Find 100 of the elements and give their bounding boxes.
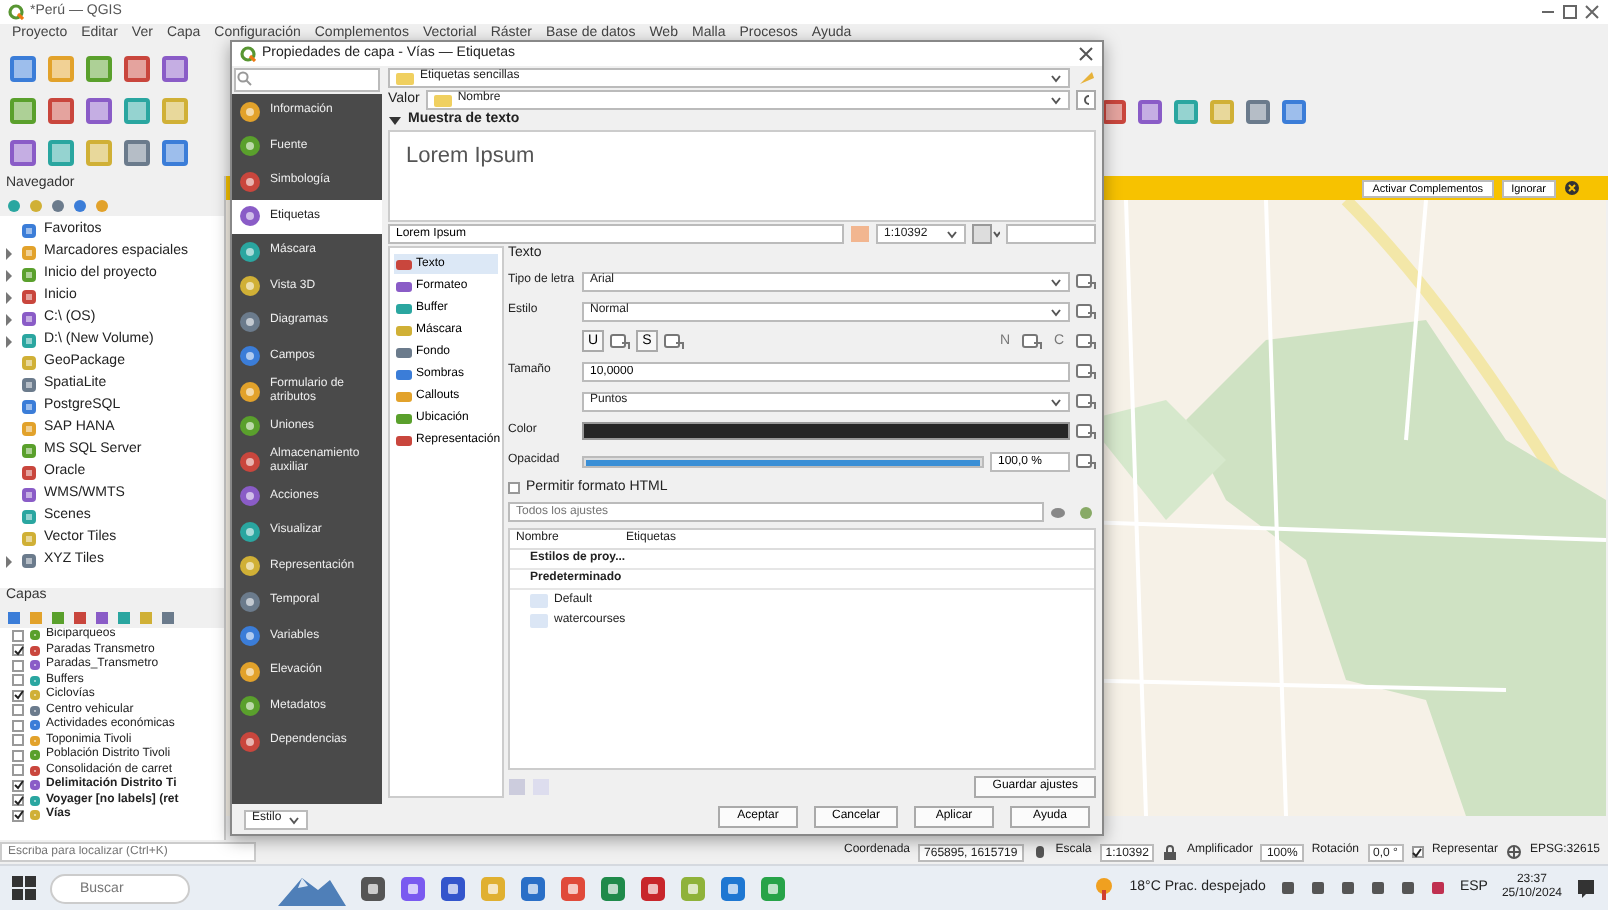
category-icon (238, 309, 262, 334)
layer-icon[interactable] (160, 138, 190, 168)
maximize-icon[interactable] (1562, 4, 1578, 20)
checkbox[interactable] (12, 719, 24, 732)
layer-icon[interactable] (84, 54, 114, 84)
caret-icon (1050, 395, 1062, 408)
category-icon (238, 414, 262, 439)
app-icon[interactable] (440, 875, 466, 901)
checkbox[interactable] (12, 674, 24, 687)
category-icon (238, 659, 262, 684)
search-field[interactable] (234, 68, 380, 92)
category-icon (238, 519, 262, 544)
layer-icon[interactable] (8, 138, 38, 168)
close-icon[interactable] (1078, 46, 1094, 62)
checkbox[interactable] (12, 779, 24, 792)
layer-icon[interactable] (1100, 97, 1128, 125)
data-defined-icon[interactable] (1076, 452, 1096, 471)
app-icon[interactable] (720, 875, 746, 901)
category-icon (238, 379, 262, 404)
checkbox[interactable] (508, 481, 520, 494)
layer-icon[interactable] (122, 138, 152, 168)
app-icon[interactable] (760, 875, 786, 901)
data-defined-icon[interactable] (1022, 332, 1042, 351)
category-icon (238, 694, 262, 719)
collapse-arrow-icon[interactable] (388, 113, 402, 128)
close-icon[interactable] (1564, 180, 1580, 196)
checkbox[interactable] (12, 794, 24, 807)
checkbox[interactable] (12, 659, 24, 672)
category-icon (238, 729, 262, 754)
layer-icon[interactable] (1172, 97, 1200, 125)
data-defined-icon[interactable] (1076, 392, 1096, 411)
expand-arrow-icon[interactable] (6, 247, 14, 259)
color-dropdown[interactable] (1006, 224, 1096, 245)
category-icon (238, 554, 262, 579)
layer-icon[interactable] (84, 96, 114, 126)
checkbox[interactable] (12, 809, 24, 822)
layer-icon[interactable] (122, 96, 152, 126)
checkbox[interactable] (12, 689, 24, 702)
data-defined-icon[interactable] (1076, 362, 1096, 381)
category-icon (238, 274, 262, 299)
category-icon (238, 99, 262, 124)
windows-logo-icon[interactable] (12, 876, 36, 900)
layer-icon[interactable] (8, 54, 38, 84)
category-icon (238, 134, 262, 159)
notification-icon[interactable] (1576, 878, 1596, 898)
data-defined-icon[interactable] (1076, 302, 1096, 321)
caret-icon (1050, 305, 1062, 318)
data-defined-icon[interactable] (610, 332, 630, 351)
app-icon[interactable] (360, 875, 386, 901)
layer-icon[interactable] (8, 96, 38, 126)
data-defined-icon[interactable] (1076, 332, 1096, 351)
app-icon[interactable] (560, 875, 586, 901)
opacity-slider[interactable] (582, 455, 984, 468)
text-preview: Lorem Ipsum (388, 130, 1096, 223)
layer-icon[interactable] (1280, 97, 1308, 125)
category-icon (238, 484, 262, 509)
expand-arrow-icon[interactable] (6, 269, 14, 281)
category-icon (238, 239, 262, 264)
category-icon (238, 169, 262, 194)
layer-icon[interactable] (1244, 97, 1272, 125)
checkbox[interactable] (12, 749, 24, 762)
layer-icon[interactable] (46, 96, 76, 126)
app-icon[interactable] (400, 875, 426, 901)
app-icon[interactable] (520, 875, 546, 901)
expression-icon[interactable] (1076, 90, 1096, 110)
checkbox[interactable] (12, 704, 24, 717)
checkbox[interactable] (1411, 846, 1424, 858)
category-icon (238, 624, 262, 649)
weather-icon[interactable] (1091, 876, 1116, 900)
layer-icon[interactable] (122, 54, 152, 84)
checkbox[interactable] (12, 629, 24, 642)
data-defined-icon[interactable] (1076, 422, 1096, 441)
data-defined-icon[interactable] (664, 332, 684, 351)
text-format-icon (396, 71, 414, 85)
expand-arrow-icon[interactable] (6, 335, 14, 347)
search-icon (236, 70, 252, 86)
expand-arrow-icon[interactable] (6, 555, 14, 567)
checkbox[interactable] (12, 734, 24, 747)
category-icon (238, 589, 262, 614)
expand-arrow-icon[interactable] (6, 291, 14, 303)
app-icon[interactable] (640, 875, 666, 901)
caret-icon (287, 813, 300, 825)
color-button[interactable] (582, 422, 1070, 441)
category-icon (238, 204, 262, 229)
category-icon (238, 344, 262, 369)
globe-icon[interactable] (1505, 844, 1522, 860)
close-icon[interactable] (1584, 4, 1600, 20)
caret-icon (946, 228, 958, 241)
checkbox[interactable] (12, 644, 24, 657)
expand-arrow-icon[interactable] (6, 313, 14, 325)
lock-icon[interactable] (1162, 844, 1179, 860)
layer-icon[interactable] (1136, 97, 1164, 125)
qgis-logo-icon (8, 4, 24, 20)
data-defined-icon[interactable] (1076, 272, 1096, 291)
mouse-icon[interactable] (1031, 844, 1048, 860)
layer-icon[interactable] (46, 138, 76, 168)
background-color-icon[interactable] (972, 224, 1000, 245)
checkbox[interactable] (12, 764, 24, 777)
layer-icon[interactable] (160, 54, 190, 84)
app-icon[interactable] (600, 875, 626, 901)
